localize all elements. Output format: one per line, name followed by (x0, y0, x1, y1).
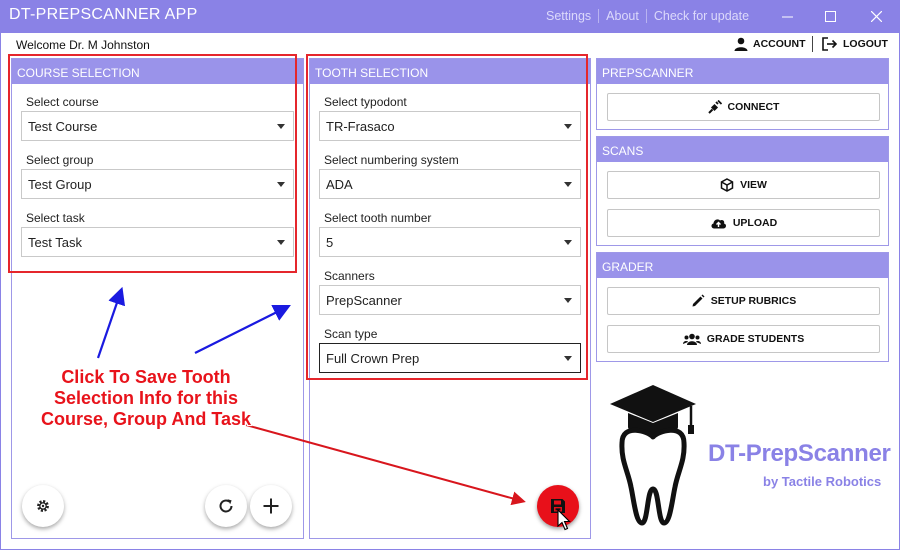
arrow-to-save-button (245, 424, 526, 506)
brand-name: DT-PrepScanner (708, 440, 891, 467)
annotation-text: Click To Save Tooth Selection Info for t… (40, 367, 252, 429)
tooth-graduation-cap-logo (610, 385, 696, 526)
arrow-to-course-selection (96, 286, 126, 359)
arrow-to-tooth-selection (194, 305, 291, 354)
brand-tagline: by Tactile Robotics (763, 474, 882, 489)
